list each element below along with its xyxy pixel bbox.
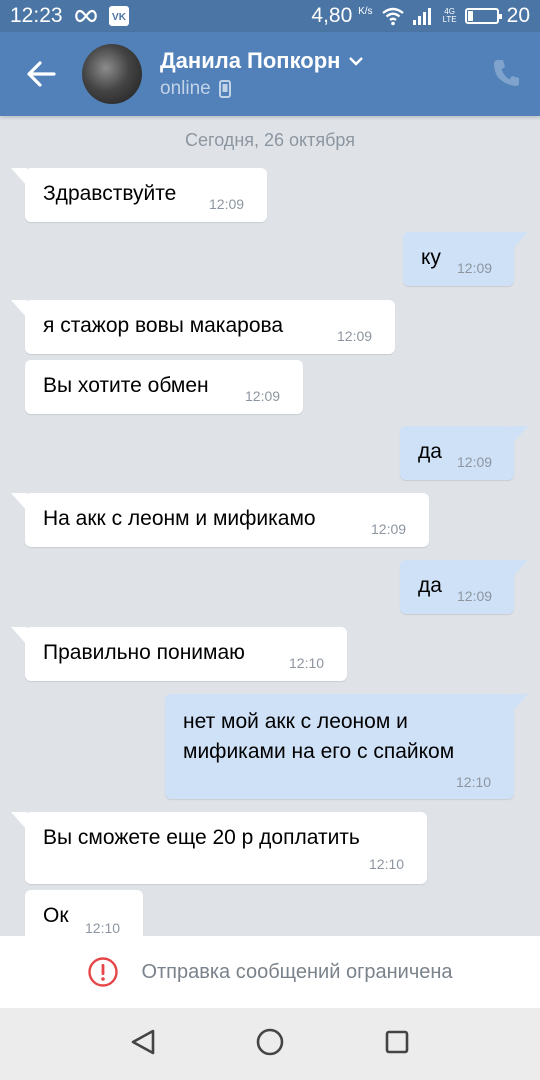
network-speed: 4,80 K/s (311, 4, 373, 27)
arrow-left-icon (27, 61, 56, 87)
message-incoming[interactable]: На акк с леонм и мификамо 12:09 (11, 493, 429, 547)
contact-status: online (160, 78, 211, 99)
message-text: ку (421, 246, 441, 269)
message-incoming[interactable]: Вы хотите обмен 12:09 (25, 360, 303, 414)
infinity-icon (73, 9, 99, 23)
message-incoming[interactable]: я стажор вовы макарова 12:09 (11, 300, 395, 354)
message-time: 12:10 (369, 856, 405, 872)
system-nav-bar (0, 1008, 540, 1080)
message-time: 12:10 (456, 774, 492, 790)
message-outgoing[interactable]: нет мой акк с леоном и мификами на его с… (165, 694, 528, 799)
chevron-down-icon (349, 57, 364, 66)
square-recents-icon (386, 1030, 409, 1053)
message-incoming[interactable]: Ок 12:10 (25, 890, 143, 936)
message-time: 12:10 (289, 655, 325, 671)
chat-header: Данила Попкорн online (0, 32, 540, 116)
message-incoming[interactable]: Правильно понимаю 12:10 (11, 627, 347, 681)
vk-icon: VK (108, 6, 129, 26)
message-outgoing[interactable]: да 12:09 (400, 426, 528, 480)
message-incoming[interactable]: Вы сможете еще 20 р доплатить 12:10 (11, 812, 427, 884)
signal-icon (412, 7, 435, 25)
message-text: На акк с леонм и мификамо (43, 507, 316, 530)
network-type: 4G LTE (442, 7, 457, 24)
message-time: 12:09 (245, 388, 281, 404)
alert-icon (88, 957, 119, 987)
triangle-back-icon (131, 1029, 154, 1054)
date-separator: Сегодня, 26 октября (185, 130, 355, 150)
message-text: Правильно понимаю (43, 641, 245, 664)
mobile-icon (218, 80, 231, 98)
circle-home-icon (256, 1028, 284, 1055)
message-time: 12:09 (457, 588, 493, 604)
message-list[interactable]: Сегодня, 26 октября Здравствуйте 12:09 к… (0, 116, 540, 936)
message-outgoing[interactable]: ку 12:09 (403, 232, 528, 286)
svg-text:VK: VK (112, 12, 127, 23)
message-text: Вы сможете еще 20 р доплатить (43, 826, 360, 849)
message-incoming[interactable]: Здравствуйте 12:09 (11, 168, 267, 222)
wifi-icon (381, 6, 405, 26)
battery-icon (464, 8, 502, 24)
contact-info[interactable]: Данила Попкорн online (160, 48, 364, 100)
message-time: 12:09 (457, 454, 493, 470)
message-outgoing[interactable]: да 12:09 (400, 560, 528, 614)
message-text: да (418, 574, 442, 597)
message-time: 12:09 (209, 196, 245, 212)
message-time: 12:09 (457, 260, 493, 276)
message-text: Ок (43, 904, 69, 927)
message-text-line: мификами на его с спайком (183, 740, 455, 763)
nav-back-button[interactable] (130, 1028, 156, 1061)
message-text: Здравствуйте (43, 182, 177, 205)
restriction-text: Отправка сообщений ограничена (141, 960, 453, 983)
phone-icon (494, 60, 519, 86)
message-time: 12:09 (337, 328, 373, 344)
call-button[interactable] (492, 58, 520, 93)
nav-home-button[interactable] (255, 1027, 285, 1062)
message-text: Вы хотите обмен (43, 374, 209, 397)
message-text-line: нет мой акк с леоном и (183, 710, 408, 733)
avatar[interactable] (82, 44, 142, 104)
status-bar: 12:23 VK 4,80 K/s 4G LTE 20 (0, 0, 540, 32)
restriction-banner: Отправка сообщений ограничена (0, 936, 540, 1008)
message-time: 12:10 (85, 920, 121, 936)
message-text: да (418, 440, 442, 463)
message-text: я стажор вовы макарова (43, 314, 284, 337)
nav-recents-button[interactable] (384, 1029, 410, 1060)
message-time: 12:09 (371, 521, 407, 537)
clock: 12:23 (10, 4, 63, 27)
back-button[interactable] (0, 32, 82, 116)
battery-level: 20 (506, 4, 530, 27)
contact-name: Данила Попкорн (160, 48, 341, 73)
